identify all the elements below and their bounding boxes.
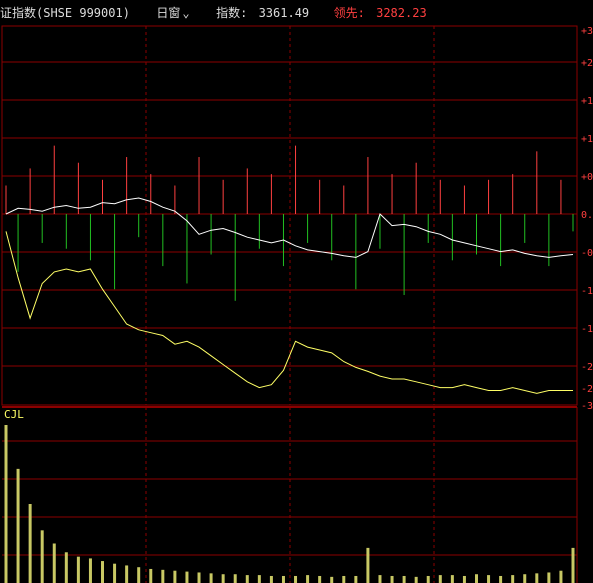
y-tick-label: -3. [581,401,593,412]
y-tick-label: +1 [581,134,593,145]
y-tick-label: 0.0 [581,210,593,221]
y-tick-label: +0 [581,172,593,183]
y-tick-label: -1. [581,324,593,335]
y-tick-label: +2 [581,58,593,69]
y-tick-label: +1 [581,96,593,107]
y-tick-label: -0. [581,248,593,259]
volume-label: CJL [4,408,24,421]
chart-area[interactable]: +3 +2 +1 +1 +0 0.0 -0. -1. -1. -2. -2. -3. CJL [0,0,593,583]
y-tick-label: -2. [581,384,593,395]
y-tick-label: -2. [581,362,593,373]
y-tick-label: +3 [581,26,593,37]
y-tick-label: -1. [581,286,593,297]
